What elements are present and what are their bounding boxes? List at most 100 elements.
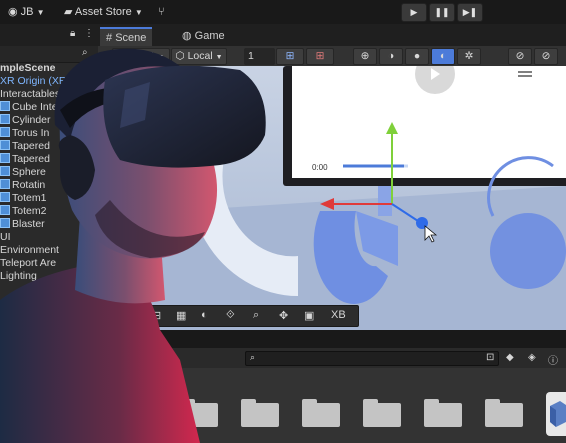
shaded-mode-toggle[interactable]: ◐ bbox=[431, 48, 455, 65]
shading-overlay-icon[interactable]: ◐ bbox=[201, 309, 208, 321]
search-icon: ⌕ bbox=[82, 47, 88, 58]
step-button[interactable]: ▶❚ bbox=[457, 3, 483, 22]
chevron-down-icon: ▼ bbox=[215, 54, 223, 61]
scene-toolbar: ⬚ Pivot ▼ ⬡ Local ▼ 1 ⊞ ⊞ ⊕ ◑ ● ◐ ✲ ⊘ ⊘ bbox=[98, 46, 566, 67]
local-icon: ⬡ bbox=[175, 50, 185, 62]
hierarchy-item-label: XR Origin (XR Rig) bbox=[0, 75, 89, 87]
shading-button[interactable]: ◑ bbox=[379, 48, 403, 65]
folder-icon[interactable] bbox=[424, 399, 462, 427]
more-options-icon[interactable]: ⋮ bbox=[84, 28, 94, 39]
gizmo-icon: ✲ bbox=[464, 50, 474, 62]
move-arrows-icon[interactable]: ✥ bbox=[279, 309, 288, 322]
hierarchy-item[interactable]: Environment bbox=[0, 244, 98, 257]
tab-label: Scene bbox=[115, 32, 147, 44]
cube-icon bbox=[0, 114, 10, 124]
hierarchy-item[interactable]: Blaster bbox=[0, 218, 98, 231]
pause-icon: ❚❚ bbox=[434, 7, 450, 17]
filter-type-icon[interactable]: ◆ bbox=[506, 352, 514, 363]
hierarchy-item[interactable]: Cylinder bbox=[0, 114, 98, 127]
account-menu[interactable]: ◉ JB ▼ bbox=[8, 4, 45, 20]
gizmos-toggle[interactable]: ✲ bbox=[457, 48, 481, 65]
grid-snap-icon: ⊞ bbox=[285, 50, 295, 62]
grid-snap-button[interactable]: ⊞ bbox=[276, 48, 304, 65]
hierarchy-item[interactable]: Lighting bbox=[0, 270, 98, 283]
hierarchy-item[interactable]: Torus In bbox=[0, 127, 98, 140]
pause-button[interactable]: ❚❚ bbox=[429, 3, 455, 22]
hierarchy-item-label: Rotatin bbox=[12, 179, 46, 191]
snap-value-field[interactable]: 1 bbox=[244, 48, 275, 65]
hierarchy-item-label: Cylinder bbox=[12, 114, 51, 126]
hierarchy-item-label: Torus In bbox=[12, 127, 50, 139]
hierarchy-item-label: Blaster bbox=[12, 218, 45, 230]
cube-icon bbox=[0, 179, 10, 189]
pivot-icon: ⬚ bbox=[117, 50, 128, 62]
cube-icon bbox=[0, 101, 10, 111]
search-scope-icon[interactable]: ⊡ bbox=[486, 352, 494, 363]
shading-icon: ◑ bbox=[387, 50, 395, 62]
hierarchy-item-label: Lighting bbox=[0, 270, 37, 282]
folder-icon[interactable] bbox=[180, 399, 218, 427]
sphere-icon: ● bbox=[413, 50, 421, 62]
package-icon[interactable] bbox=[546, 392, 566, 436]
project-browser bbox=[0, 368, 566, 443]
shaded-icon: ◐ bbox=[439, 50, 447, 62]
hierarchy-item[interactable]: Totem2 bbox=[0, 205, 98, 218]
warning-icon[interactable]: ⓘ bbox=[548, 352, 558, 367]
hierarchy-tab-bar: 🔒︎ ⋮ bbox=[0, 24, 98, 46]
snap-overlay-icon[interactable]: ⟐ bbox=[226, 309, 235, 322]
sphere-object[interactable] bbox=[490, 213, 566, 289]
asset-store-menu[interactable]: ▰ Asset Store ▼ bbox=[64, 4, 143, 20]
folder-icon[interactable] bbox=[363, 399, 401, 427]
project-search-input[interactable]: ⌕ bbox=[245, 351, 499, 366]
increment-snap-button[interactable]: ⊞ bbox=[306, 48, 334, 65]
camera-icon[interactable]: ▣ bbox=[304, 309, 314, 322]
lock-icon[interactable]: 🔒︎ bbox=[70, 28, 75, 39]
hierarchy-item[interactable]: Teleport Are bbox=[0, 257, 98, 270]
audio-toggle[interactable]: ⊘ bbox=[508, 48, 532, 65]
hierarchy-item[interactable]: Interactables bbox=[0, 88, 98, 101]
hierarchy-item[interactable]: Tapered bbox=[0, 153, 98, 166]
xb-button[interactable]: XB bbox=[331, 309, 346, 321]
tab-scene[interactable]: # Scene bbox=[100, 27, 153, 48]
label-icon[interactable]: ◈ bbox=[528, 352, 536, 363]
chevron-down-icon: ▼ bbox=[157, 54, 165, 61]
folder-icon[interactable] bbox=[241, 399, 279, 427]
crosshair-icon: ⊕ bbox=[360, 50, 370, 62]
hierarchy-search-bar[interactable]: ⌕ bbox=[0, 46, 98, 63]
audio-mute-icon: ⊘ bbox=[515, 50, 525, 62]
cube-icon bbox=[0, 140, 10, 150]
folder-icon[interactable] bbox=[485, 399, 523, 427]
scene-viewport[interactable]: 0:00 bbox=[98, 66, 566, 330]
hierarchy-item[interactable]: Rotatin bbox=[0, 179, 98, 192]
increment-snap-icon: ⊞ bbox=[315, 50, 325, 62]
hierarchy-item[interactable]: Sphere bbox=[0, 166, 98, 179]
move-tool-icon[interactable]: ⊟ bbox=[152, 309, 161, 322]
fx-toggle[interactable]: ⊘ bbox=[534, 48, 558, 65]
play-button[interactable]: ▶ bbox=[401, 3, 427, 22]
hierarchy-item-label: Totem2 bbox=[12, 205, 47, 217]
snap-value: 1 bbox=[248, 50, 254, 62]
video-time: 0:00 bbox=[312, 163, 328, 172]
grid-overlay-icon[interactable]: ▦ bbox=[176, 309, 186, 322]
zoom-icon[interactable]: ⌕ bbox=[253, 309, 259, 322]
hierarchy-item[interactable]: Tapered bbox=[0, 140, 98, 153]
hierarchy-item-label: Interactables bbox=[0, 88, 61, 100]
chevron-down-icon: ▼ bbox=[36, 8, 45, 17]
pivot-dropdown[interactable]: ⬚ Pivot ▼ bbox=[112, 48, 170, 65]
hierarchy-item[interactable]: XR Origin (XR Rig) bbox=[0, 75, 98, 88]
version-control-icon[interactable]: ⑂ bbox=[158, 4, 165, 20]
folder-icon[interactable] bbox=[302, 399, 340, 427]
tab-game[interactable]: ◍ Game bbox=[176, 27, 231, 46]
hierarchy-item[interactable]: Totem1 bbox=[0, 192, 98, 205]
scene-overlay-toolbar: ⊟ ▦ ◐ ⟐ ⌕ ✥ ▣ XB bbox=[145, 305, 359, 327]
cube-icon bbox=[0, 127, 10, 137]
hierarchy-item-label: Sphere bbox=[12, 166, 46, 178]
orientation-button[interactable]: ⊕ bbox=[353, 48, 377, 65]
hierarchy-item[interactable]: UI bbox=[0, 231, 98, 244]
hierarchy-item-label: Tapered bbox=[12, 153, 50, 165]
scene-root-item[interactable]: mpleScene bbox=[0, 62, 98, 75]
hierarchy-item-label: Environment bbox=[0, 244, 59, 256]
local-dropdown[interactable]: ⬡ Local ▼ bbox=[171, 48, 227, 65]
lighting-toggle[interactable]: ● bbox=[405, 48, 429, 65]
hierarchy-item[interactable]: Cube Intera bbox=[0, 101, 98, 114]
